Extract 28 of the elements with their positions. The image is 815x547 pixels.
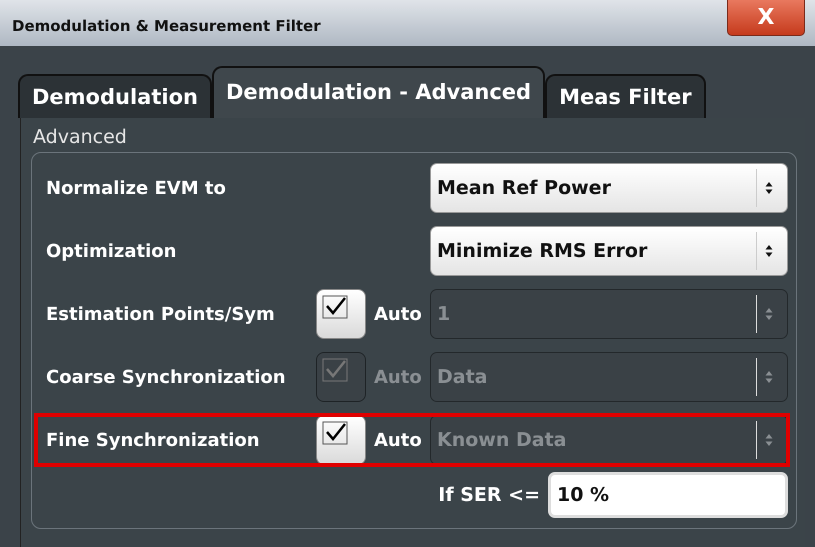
spinner-arrows-icon [765, 244, 773, 258]
checkbox[interactable] [316, 289, 366, 339]
setting-label: Estimation Points/Sym [46, 304, 276, 324]
checkbox-label: Auto [374, 304, 423, 324]
close-button[interactable]: X [727, 0, 805, 36]
spinner-arrows-icon [765, 181, 773, 195]
section-title: Advanced [33, 126, 127, 148]
input-field[interactable]: 10 % [548, 472, 788, 518]
dropdown[interactable]: Minimize RMS Error [430, 226, 788, 276]
checkbox-label: Auto [374, 430, 423, 450]
setting-label: Normalize EVM to [46, 178, 227, 198]
setting-label: Optimization [46, 240, 178, 262]
window-title: Demodulation & Measurement Filter [12, 17, 321, 35]
spinner-arrows-icon [765, 307, 773, 321]
spinner-arrows-icon [765, 433, 773, 447]
check-icon [322, 358, 348, 382]
tab[interactable]: Meas Filter [545, 74, 706, 118]
dropdown[interactable]: Mean Ref Power [430, 163, 788, 213]
spinner-arrows-icon [765, 370, 773, 384]
tab[interactable]: Demodulation [18, 74, 212, 118]
setting-label: Fine Synchronization [46, 430, 261, 450]
check-icon [322, 295, 348, 319]
setting-label: Coarse Synchronization [46, 366, 287, 388]
checkbox-label: Auto [374, 366, 423, 388]
field-label: If SER <= [438, 484, 540, 506]
checkbox[interactable] [316, 415, 366, 465]
check-icon [322, 421, 348, 445]
tab[interactable]: Demodulation - Advanced [212, 66, 546, 118]
